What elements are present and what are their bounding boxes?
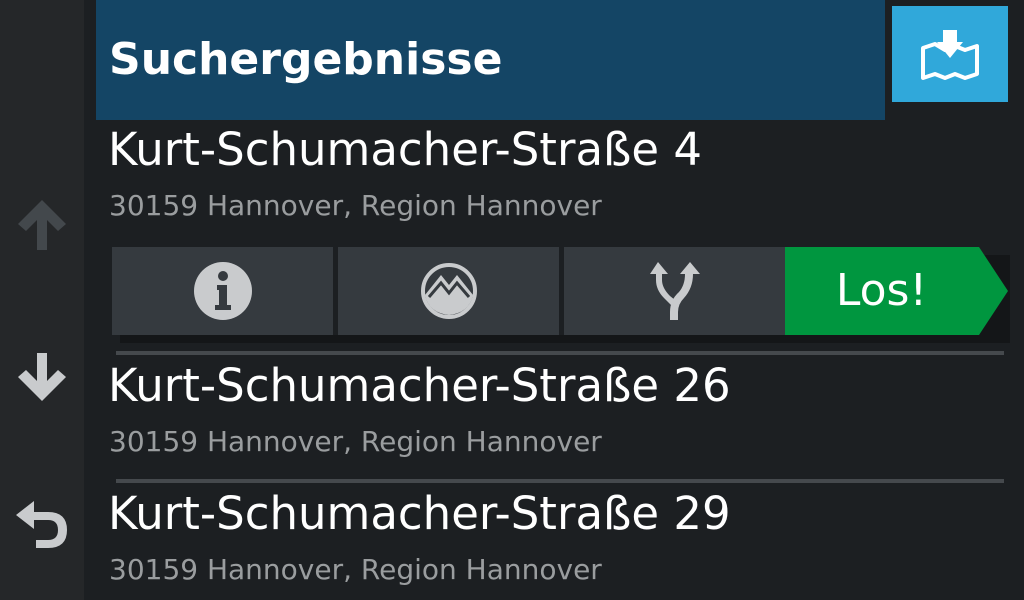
back-icon: [16, 501, 67, 548]
action-bar: Los!: [112, 247, 1010, 343]
list-divider: [116, 351, 1004, 355]
map-preview-button[interactable]: [338, 247, 559, 335]
arrow-up-icon: [18, 200, 66, 250]
header-bar: Suchergebnisse: [96, 0, 885, 120]
page-title: Suchergebnisse: [109, 34, 503, 85]
go-button[interactable]: Los!: [785, 247, 1008, 335]
result-item-1[interactable]: Kurt-Schumacher-Straße 4 30159 Hannover,…: [96, 122, 1016, 232]
info-button[interactable]: [112, 247, 333, 335]
scroll-down-button[interactable]: [0, 337, 84, 417]
back-button[interactable]: [0, 484, 84, 564]
route-options-button[interactable]: [564, 247, 785, 335]
arrow-down-icon: [18, 353, 66, 401]
result-address: 30159 Hannover, Region Hannover: [109, 189, 602, 222]
list-divider: [116, 479, 1004, 483]
route-split-icon: [649, 262, 700, 320]
scroll-up-button[interactable]: [0, 185, 84, 265]
result-address: 30159 Hannover, Region Hannover: [109, 553, 602, 586]
result-item-3[interactable]: Kurt-Schumacher-Straße 29 30159 Hannover…: [96, 486, 1016, 596]
result-name: Kurt-Schumacher-Straße 26: [108, 359, 731, 412]
result-name: Kurt-Schumacher-Straße 29: [108, 487, 731, 540]
map-pin-icon: [921, 30, 979, 80]
map-preview-icon: [420, 263, 477, 319]
result-item-2[interactable]: Kurt-Schumacher-Straße 26 30159 Hannover…: [96, 358, 1016, 468]
result-name: Kurt-Schumacher-Straße 4: [108, 123, 702, 176]
go-button-label: Los!: [835, 265, 928, 316]
search-results-screen: Suchergebnisse Kurt-Schumacher-Straße 4 …: [0, 0, 1024, 600]
map-view-button[interactable]: [892, 6, 1008, 102]
result-address: 30159 Hannover, Region Hannover: [109, 425, 602, 458]
info-icon: [193, 262, 252, 320]
left-rail: [0, 0, 84, 600]
